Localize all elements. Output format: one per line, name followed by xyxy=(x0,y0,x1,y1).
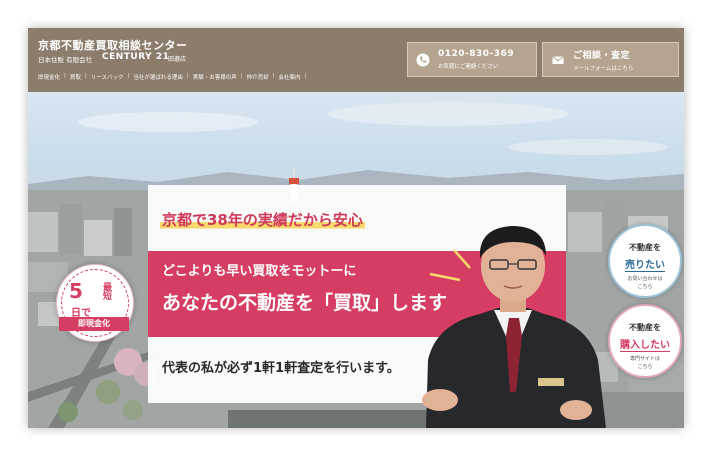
nav-divider: | xyxy=(240,73,243,79)
nav-item-company[interactable]: 会社案内 xyxy=(278,73,300,81)
site-header: 京都不動産買取相談センター 日本住販 有限会社 CENTURY 21 田邉店 即… xyxy=(28,28,684,92)
nav-item-brokerage[interactable]: 仲介売却 xyxy=(247,73,269,81)
buy-label-top: 不動産を xyxy=(629,323,661,332)
branch-name: 田邉店 xyxy=(168,56,187,63)
badge-days-number: 5 xyxy=(69,279,83,303)
badge-ribbon: 即現金化 xyxy=(59,317,129,331)
brand-logo: CENTURY 21 xyxy=(102,52,170,62)
badge-shortest-label: 最短 xyxy=(101,282,111,300)
nav-divider: | xyxy=(304,73,307,79)
sell-label-sub: お問い合わせは xyxy=(627,276,663,282)
representative-photo xyxy=(422,226,606,428)
nav-divider: | xyxy=(64,73,66,79)
buy-label-here: こちら xyxy=(637,364,653,370)
buy-label-sub: 専門サイトは xyxy=(629,356,660,362)
company-name: 日本住販 有限会社 xyxy=(38,56,93,64)
mail-icon xyxy=(551,53,565,67)
sell-label-here: こちら xyxy=(637,284,653,290)
nav-item-purchase[interactable]: 買取 xyxy=(70,73,81,81)
phone-number: 0120-830-369 xyxy=(438,49,515,59)
mail-cta-button[interactable]: ご相談・査定 メールフォームはこちら xyxy=(542,42,679,77)
sell-label-top: 不動産を xyxy=(629,243,661,252)
phone-icon xyxy=(416,53,430,67)
nav-divider: | xyxy=(186,73,189,79)
site-title[interactable]: 京都不動産買取相談センター xyxy=(38,37,188,53)
nav-item-testimonials[interactable]: 実績・お客様の声 xyxy=(193,73,237,81)
nav-item-leaseback[interactable]: リースバック xyxy=(91,73,124,81)
nav-divider: | xyxy=(84,73,87,79)
nav-divider: | xyxy=(127,73,130,79)
phone-cta-button[interactable]: 0120-830-369 お気軽にご連絡ください xyxy=(407,42,537,77)
nav-item-cash[interactable]: 即現金化 xyxy=(38,73,60,81)
phone-subtext: お気軽にご連絡ください xyxy=(438,64,499,70)
hero-section: 京都で38年の実績だから安心 どこよりも早い買取をモットーに あなたの不動産を「… xyxy=(28,92,684,428)
sell-label-main: 売りたい xyxy=(625,256,665,272)
nav-item-reasons[interactable]: 当社が選ばれる理由 xyxy=(133,73,183,81)
buy-label-main: 購入したい xyxy=(620,336,670,352)
sell-property-button[interactable]: 不動産を 売りたい お問い合わせは こちら xyxy=(608,224,682,298)
browser-page: 京都不動産買取相談センター 日本住販 有限会社 CENTURY 21 田邉店 即… xyxy=(28,28,684,428)
mail-title: ご相談・査定 xyxy=(573,50,631,61)
buy-property-button[interactable]: 不動産を 購入したい 専門サイトは こちら xyxy=(608,304,682,378)
mail-subtext: メールフォームはこちら xyxy=(573,65,634,72)
five-day-cash-badge: 5 最短 日で 即現金化 xyxy=(56,264,134,342)
global-nav: 即現金化 | 買取 | リースバック | 当社が選ばれる理由 | 実績・お客様の… xyxy=(38,73,306,81)
nav-divider: | xyxy=(272,73,275,79)
